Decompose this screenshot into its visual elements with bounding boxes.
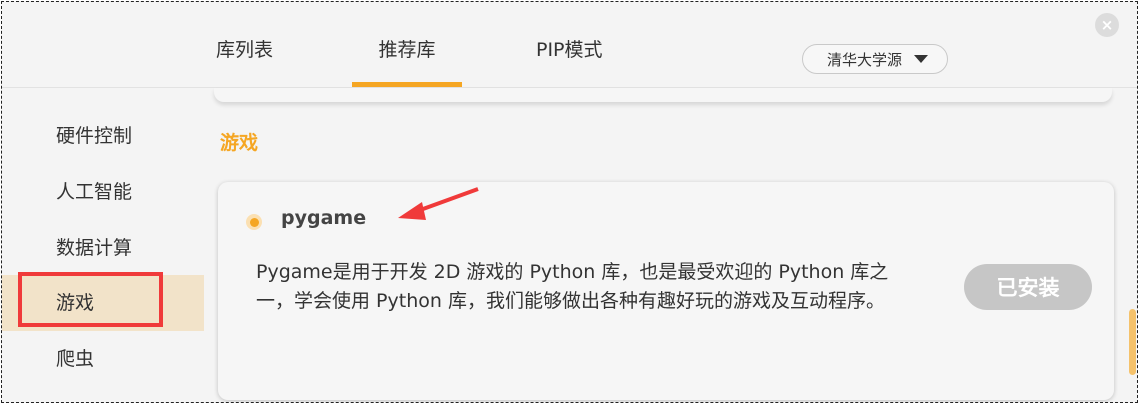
library-content-panel: 游戏 pygame Pygame是用于开发 2D 游戏的 Python 库，也是… <box>204 88 1124 402</box>
radio-dot <box>249 217 259 227</box>
previous-card-edge <box>214 88 1112 102</box>
installed-button-label: 已安装 <box>996 276 1060 300</box>
category-sidebar: 硬件控制 人工智能 数据计算 游戏 爬虫 <box>2 88 204 402</box>
sidebar-item-hardware-control[interactable]: 硬件控制 <box>2 108 204 164</box>
installed-button[interactable]: 已安装 <box>964 264 1092 310</box>
mirror-source-label: 清华大学源 <box>827 50 903 69</box>
library-card: pygame Pygame是用于开发 2D 游戏的 Python 库，也是最受欢… <box>218 182 1114 400</box>
sidebar-item-ai[interactable]: 人工智能 <box>2 164 204 220</box>
sidebar-item-data-computing[interactable]: 数据计算 <box>2 220 204 276</box>
tab-library-list-label: 库列表 <box>216 39 274 61</box>
tab-recommended[interactable]: 推荐库 <box>352 35 462 87</box>
sidebar-item-label: 爬虫 <box>56 348 95 370</box>
sidebar-item-label: 硬件控制 <box>56 125 133 147</box>
sidebar-item-label: 人工智能 <box>56 181 133 203</box>
sidebar-item-crawler[interactable]: 爬虫 <box>2 331 204 387</box>
chevron-down-icon <box>914 55 929 63</box>
close-icon: × <box>1100 16 1114 34</box>
tab-pip-mode[interactable]: PIP模式 <box>536 35 603 87</box>
sidebar-item-label: 数据计算 <box>56 237 133 259</box>
top-tab-bar: 库列表 推荐库 PIP模式 清华大学源 × <box>2 2 1137 88</box>
active-tab-underline <box>352 82 462 87</box>
mirror-source-select[interactable]: 清华大学源 <box>802 44 948 74</box>
radio-selected-icon[interactable] <box>246 214 262 230</box>
library-name: pygame <box>281 207 367 229</box>
tab-library-list[interactable]: 库列表 <box>216 35 273 87</box>
app-window: 库列表 推荐库 PIP模式 清华大学源 × 硬件控制 人工智能 数据计算 游戏 <box>1 1 1138 403</box>
close-button[interactable]: × <box>1095 13 1119 37</box>
section-title: 游戏 <box>220 132 259 154</box>
library-description: Pygame是用于开发 2D 游戏的 Python 库，也是最受欢迎的 Pyth… <box>256 261 889 312</box>
annotation-highlight-box <box>18 272 163 327</box>
tab-pip-mode-label: PIP模式 <box>536 39 603 61</box>
tab-recommended-label: 推荐库 <box>378 39 436 61</box>
scrollbar-thumb[interactable] <box>1129 309 1136 375</box>
